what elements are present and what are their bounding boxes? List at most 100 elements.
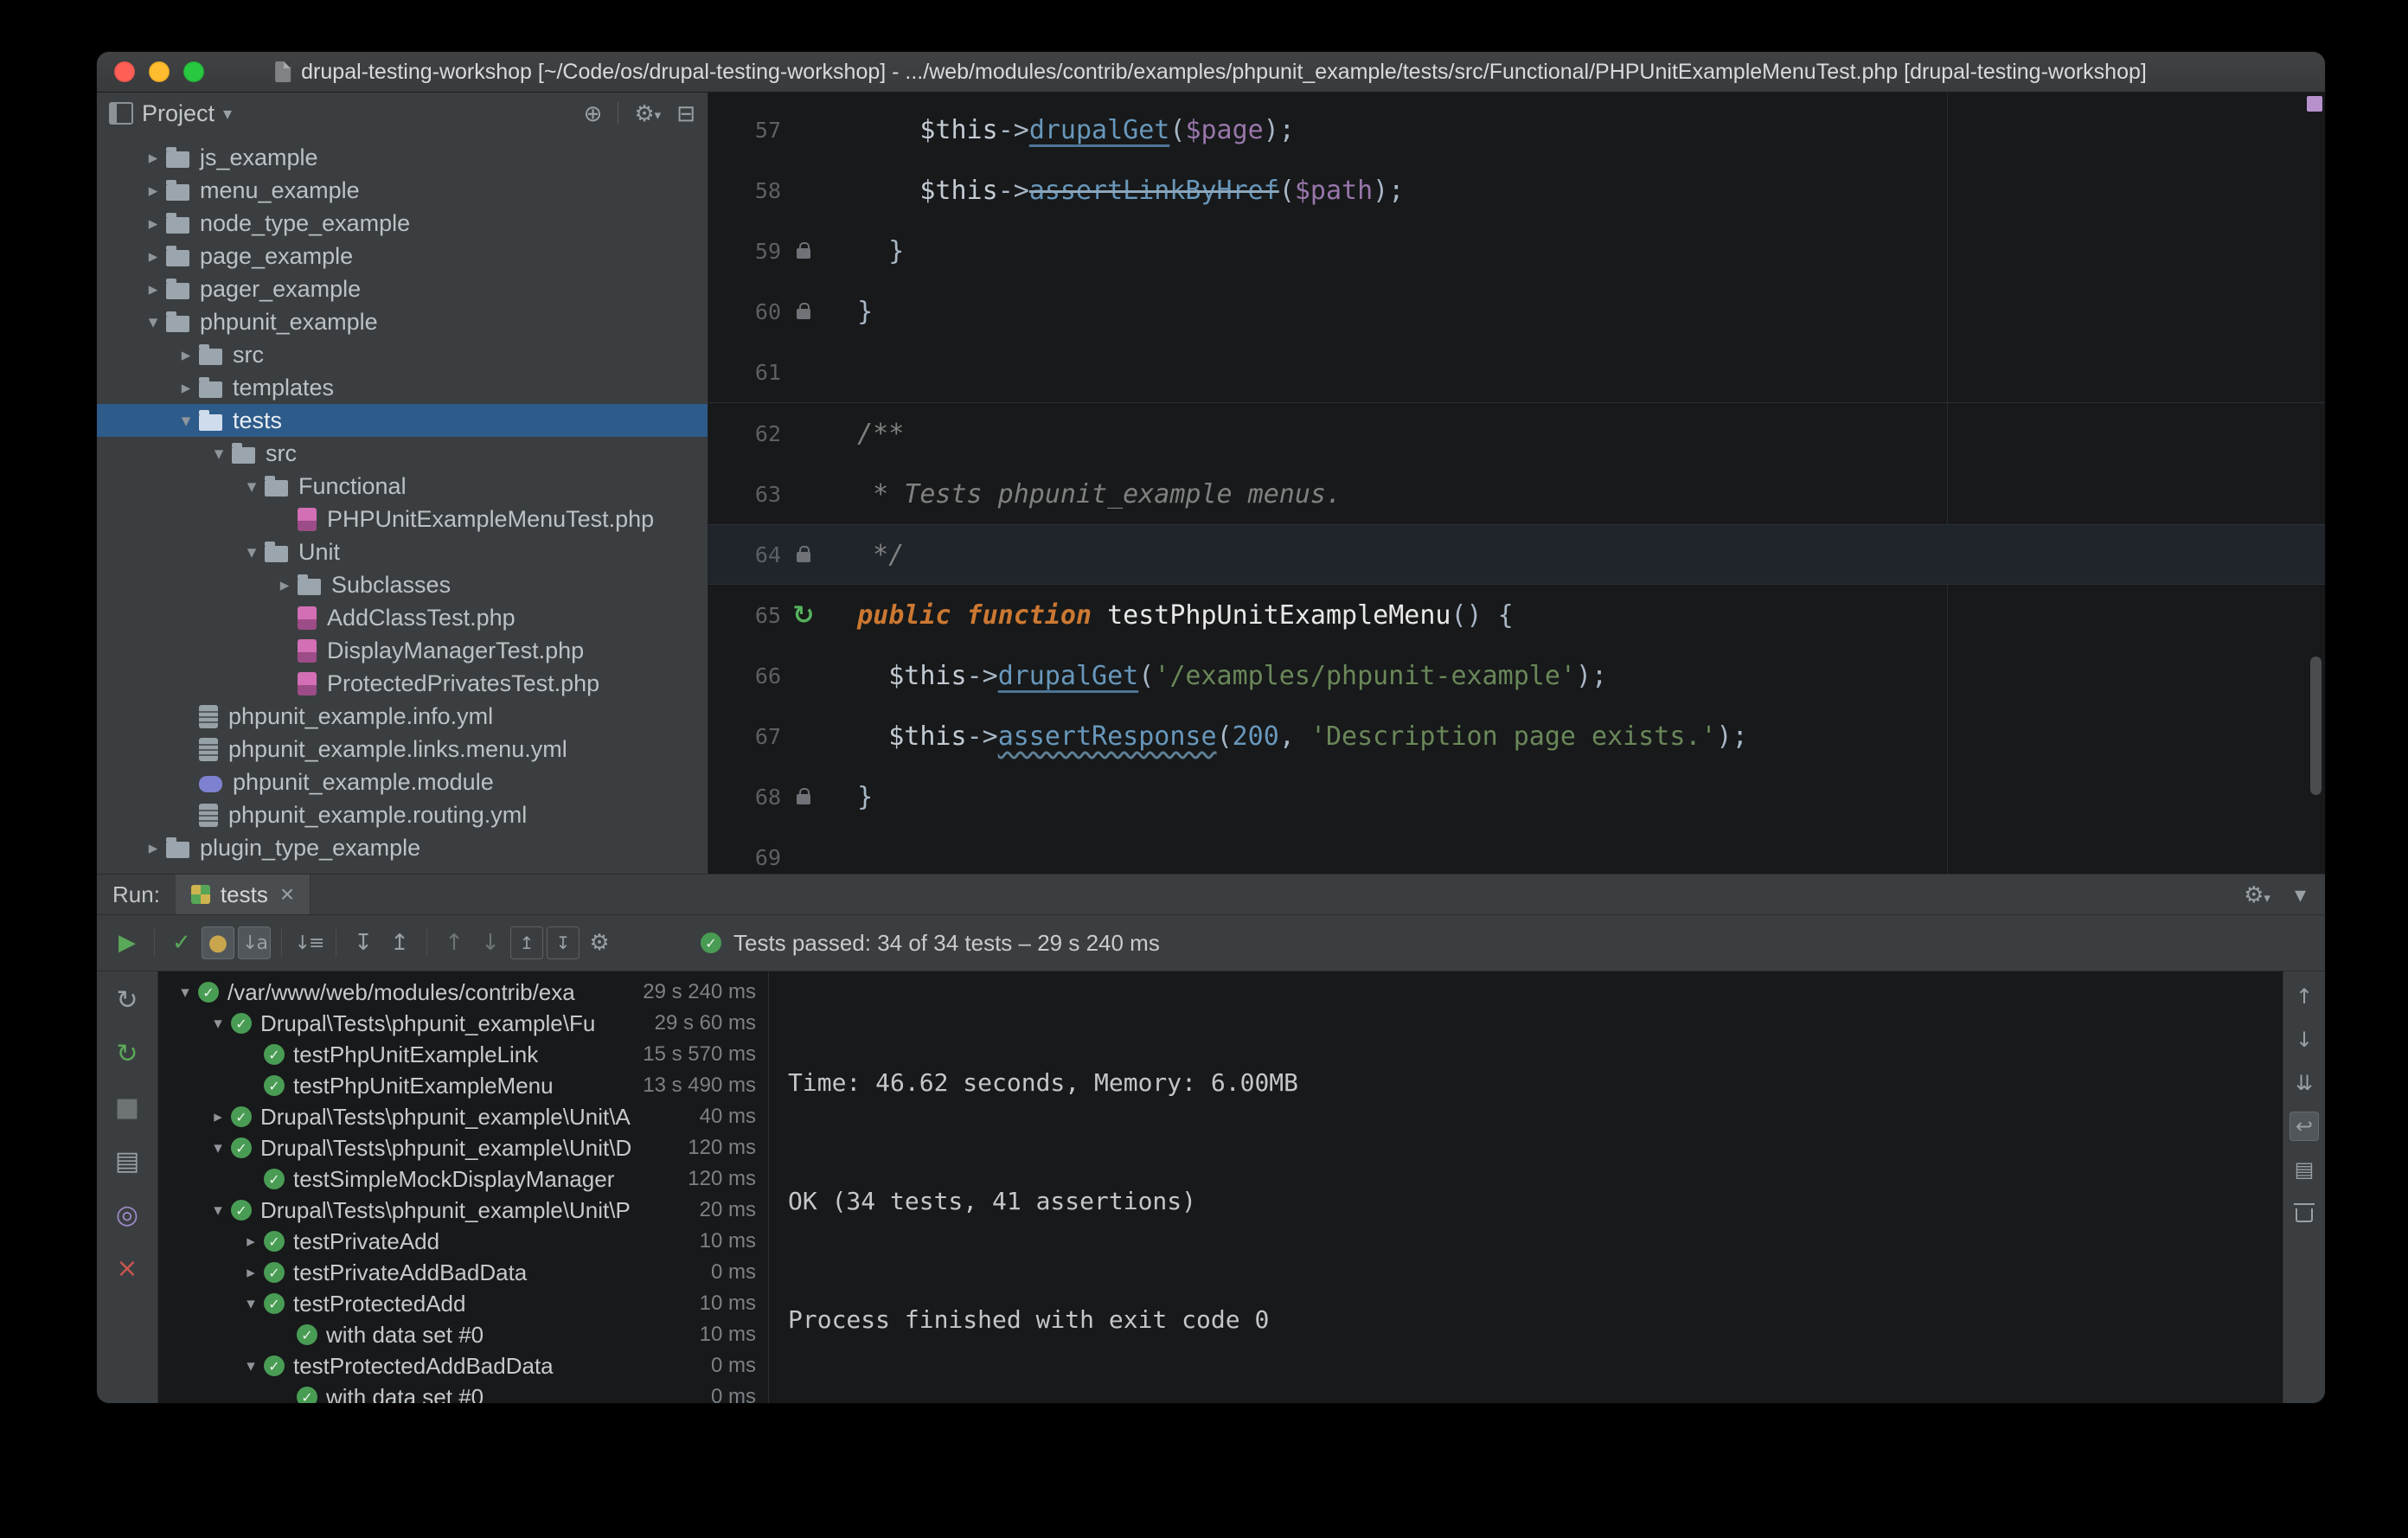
editor-line[interactable]: 66 $this->drupalGet('/examples/phpunit-e… [708,645,2325,706]
test-tree-item[interactable]: ▾ ✓ Drupal\Tests\phpunit_example\Unit\D 120… [158,1132,768,1163]
editor-line[interactable]: 59 } [708,221,2325,281]
soft-wrap-icon[interactable]: ↩ [2290,1112,2319,1141]
next-failed-test-icon[interactable]: ↓ [474,926,507,959]
test-tree-item[interactable]: ▾ ✓ testProtectedAddBadData 0 ms [158,1350,768,1381]
chevron-right-icon[interactable]: ▸ [173,377,199,399]
project-tree-item[interactable]: ▸ pager_example [97,272,708,305]
settings-icon[interactable]: ⚙▾ [2244,881,2270,908]
test-console-output[interactable]: Time: 46.62 seconds, Memory: 6.00MB OK (3… [769,971,2283,1403]
export-test-results-icon[interactable]: ↥ [510,926,543,959]
scroll-to-end-icon[interactable]: ⇊ [2290,1068,2319,1098]
collapse-all-icon[interactable]: ⊟ [676,100,695,127]
locate-file-icon[interactable]: ⊕ [584,100,603,127]
test-tree-item[interactable]: ▾ ✓ Drupal\Tests\phpunit_example\Fu 29 s 60… [158,1008,768,1039]
previous-failed-test-icon[interactable]: ↑ [438,926,471,959]
project-tree-item[interactable]: ▾ Unit [97,535,708,568]
project-tree-item[interactable]: AddClassTest.php [97,601,708,634]
editor-line[interactable]: 63 * Tests phpunit_example menus. [708,464,2325,524]
chevron-down-icon[interactable]: ▾ [140,311,166,333]
editor-line[interactable]: 69 [708,827,2325,875]
rerun-failed-tests-icon[interactable]: ↻ [111,1037,144,1070]
project-tree-item[interactable]: ▸ js_example [97,141,708,174]
titlebar[interactable]: drupal-testing-workshop [~/Code/os/drupa… [97,52,2325,93]
chevron-down-icon[interactable]: ▾ [205,1014,231,1034]
chevron-down-icon[interactable]: ▾ [172,983,198,1003]
editor-line[interactable]: 62 /** [708,402,2325,464]
hide-panel-icon[interactable]: ▾ [2295,881,2306,908]
project-tree-item[interactable]: ProtectedPrivatesTest.php [97,667,708,700]
close-icon[interactable]: × [111,1252,144,1285]
import-test-results-icon[interactable]: ↧ [547,926,580,959]
expand-all-icon[interactable]: ↧ [347,926,380,959]
show-passed-icon[interactable]: ✓ [165,926,198,959]
sort-alphabetically-icon[interactable]: ↓a [238,926,271,959]
project-tree-item[interactable]: ▸ plugin_type_example [97,831,708,864]
print-icon[interactable]: ▤ [2290,1155,2319,1184]
test-runner-settings-icon[interactable]: ⚙ [583,926,616,959]
chevron-right-icon[interactable]: ▸ [205,1107,231,1127]
test-tree-item[interactable]: ▸ ✓ testPrivateAdd 10 ms [158,1226,768,1257]
chevron-right-icon[interactable]: ▸ [272,574,298,596]
editor-line[interactable]: 61 [708,342,2325,402]
gutter-run-icon[interactable]: ↻ [781,600,826,631]
project-tree-item[interactable]: ▾ Functional [97,470,708,503]
project-tree-item[interactable]: ▾ src [97,437,708,470]
clear-all-icon[interactable] [2290,1198,2319,1227]
chevron-right-icon[interactable]: ▸ [140,246,166,267]
show-ignored-icon[interactable]: ● [202,926,234,959]
chevron-right-icon[interactable]: ▸ [140,180,166,202]
editor-line[interactable]: 64 */ [708,524,2325,585]
close-tab-icon[interactable]: × [280,881,294,908]
rerun-icon[interactable]: ↻ [111,984,144,1016]
project-tree-item[interactable]: phpunit_example.info.yml [97,700,708,733]
project-tree-item[interactable]: DisplayManagerTest.php [97,634,708,667]
project-tree-item[interactable]: ▸ node_type_example [97,207,708,240]
rerun-tests-icon[interactable]: ▶ [111,926,144,959]
run-test-gutter-icon[interactable]: ↻ [792,600,814,631]
test-tree-item[interactable]: ▾ ✓ Drupal\Tests\phpunit_example\Unit\P 20 … [158,1195,768,1226]
run-tab-tests[interactable]: tests × [175,875,311,914]
inspection-status-marker[interactable] [2307,96,2322,112]
chevron-down-icon[interactable]: ▾ [223,103,232,125]
project-panel-title[interactable]: Project [142,100,215,127]
close-window-button[interactable] [114,61,135,82]
chevron-down-icon[interactable]: ▾ [238,1294,264,1314]
project-tree-item[interactable]: ▸ menu_example [97,174,708,207]
editor-scrollbar[interactable] [2310,657,2322,795]
chevron-right-icon[interactable]: ▸ [140,213,166,234]
test-tree-item[interactable]: ✓ with data set #0 0 ms [158,1381,768,1403]
project-tree-item[interactable]: ▸ Subclasses [97,568,708,601]
chevron-down-icon[interactable]: ▾ [173,410,199,432]
minimize-window-button[interactable] [149,61,170,82]
test-tree-item[interactable]: ✓ with data set #0 10 ms [158,1319,768,1350]
test-tree-item[interactable]: ✓ testSimpleMockDisplayManager 120 ms [158,1163,768,1195]
chevron-right-icon[interactable]: ▸ [140,837,166,859]
project-tree-item[interactable]: PHPUnitExampleMenuTest.php [97,503,708,535]
test-tree-item[interactable]: ✓ testPhpUnitExampleMenu 13 s 490 ms [158,1070,768,1101]
project-tree-item[interactable]: phpunit_example.routing.yml [97,798,708,831]
chevron-down-icon[interactable]: ▾ [239,542,265,563]
chevron-down-icon[interactable]: ▾ [205,1138,231,1158]
console-output-icon[interactable]: ▤ [111,1144,144,1177]
editor-line[interactable]: 58 $this->assertLinkByHref($path); [708,160,2325,221]
chevron-right-icon[interactable]: ▸ [173,344,199,366]
project-tree-item[interactable]: ▾ tests [97,404,708,437]
editor-line[interactable]: 60 } [708,281,2325,342]
chevron-down-icon[interactable]: ▾ [206,443,232,465]
project-tree-item[interactable]: ▾ phpunit_example [97,305,708,338]
test-tree-item[interactable]: ✓ testPhpUnitExampleLink 15 s 570 ms [158,1039,768,1070]
navigate-up-icon[interactable]: ↑ [2290,982,2319,1011]
editor-line[interactable]: 65 ↻ public function testPhpUnitExampleMe… [708,585,2325,645]
settings-icon[interactable]: ⚙▾ [634,100,661,127]
chevron-right-icon[interactable]: ▸ [238,1263,264,1283]
chevron-down-icon[interactable]: ▾ [205,1201,231,1221]
code-editor[interactable]: 57 $this->drupalGet($page); 58 $this->ass… [708,93,2325,875]
project-tree-item[interactable]: phpunit_example.module [97,766,708,798]
sort-by-duration-icon[interactable]: ↓≡ [292,926,325,959]
project-tree-item[interactable]: ▸ src [97,338,708,371]
chevron-down-icon[interactable]: ▾ [239,476,265,497]
zoom-window-button[interactable] [183,61,204,82]
chevron-right-icon[interactable]: ▸ [140,147,166,169]
editor-line[interactable]: 57 $this->drupalGet($page); [708,99,2325,160]
test-tree-item[interactable]: ▸ ✓ Drupal\Tests\phpunit_example\Unit\A 40 … [158,1101,768,1132]
